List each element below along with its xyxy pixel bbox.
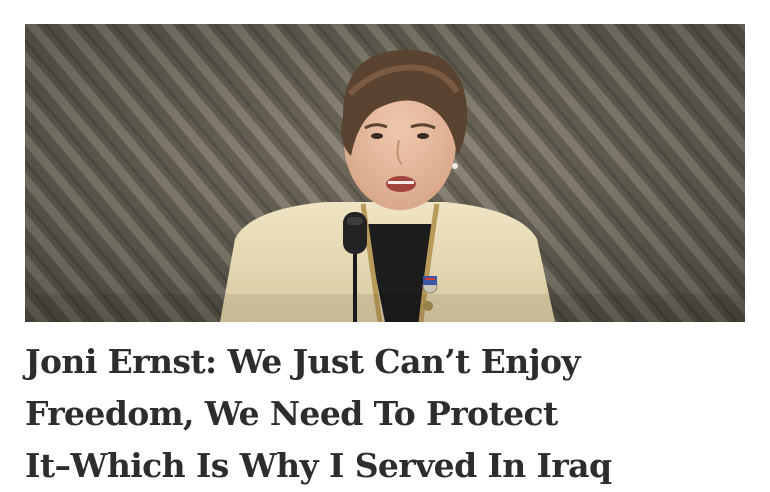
article-hero-image[interactable]	[25, 24, 745, 322]
headline-line-2: Freedom, We Need To Protect	[25, 394, 558, 433]
headline-line-1: Joni Ernst: We Just Can’t Enjoy	[25, 342, 581, 381]
article-card[interactable]: Joni Ernst: We Just Can’t Enjoy Freedom,…	[0, 0, 770, 492]
headline-line-3: It–Which Is Why I Served In Iraq	[25, 446, 612, 485]
speaker-at-podium-photo	[25, 24, 745, 322]
article-headline[interactable]: Joni Ernst: We Just Can’t Enjoy Freedom,…	[25, 336, 745, 492]
